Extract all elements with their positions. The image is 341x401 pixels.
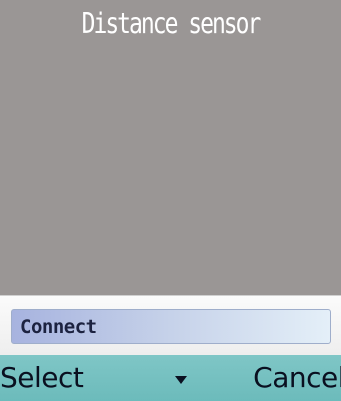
menu-item-label: Connect xyxy=(20,316,97,338)
down-arrow-icon[interactable] xyxy=(174,375,188,385)
phone-screen: Distance sensor Connect Select Cancel xyxy=(0,0,341,401)
app-canvas: Distance sensor xyxy=(0,0,341,295)
options-menu: Connect xyxy=(0,295,341,355)
menu-item-connect[interactable]: Connect xyxy=(11,309,331,344)
select-softkey[interactable]: Select xyxy=(0,363,84,393)
cancel-softkey[interactable]: Cancel xyxy=(253,363,341,393)
softkey-bar: Select Cancel xyxy=(0,355,341,401)
app-title: Distance sensor xyxy=(81,8,262,41)
